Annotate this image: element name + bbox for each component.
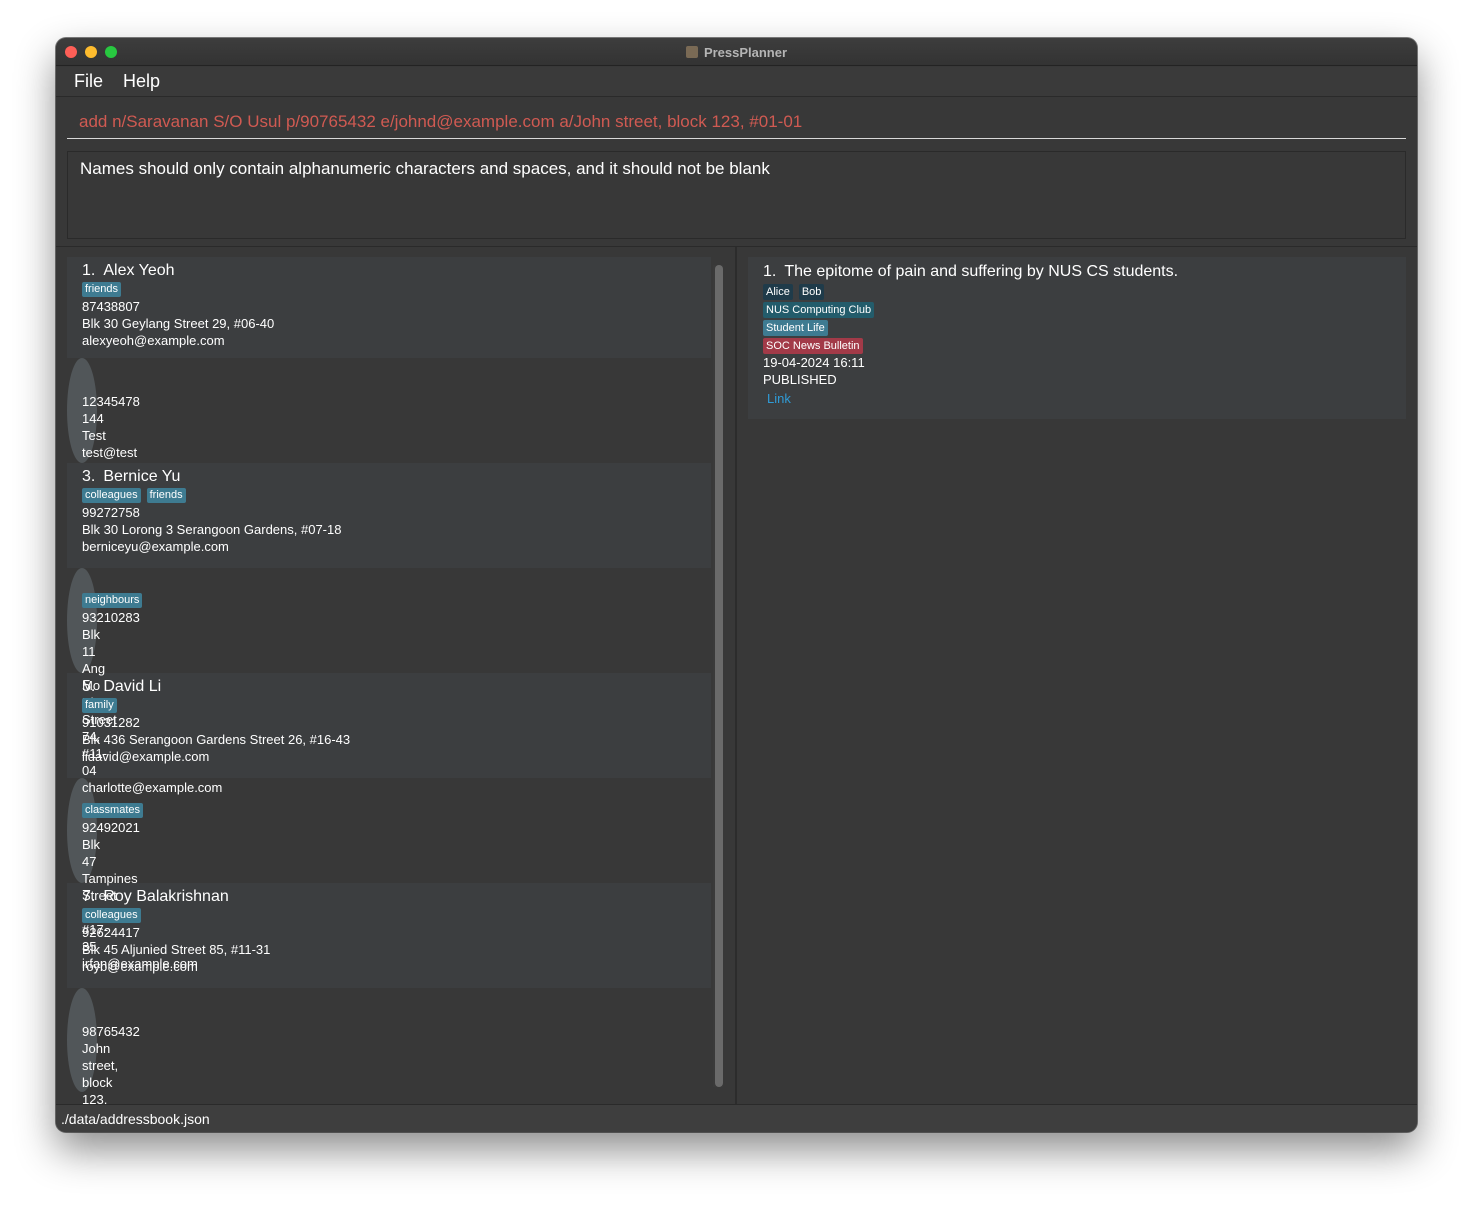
person-address: Blk 30 Geylang Street 29, #06-40 <box>82 316 275 331</box>
article-index: 1. <box>763 263 777 280</box>
person-name: Alex Yeoh <box>103 262 175 279</box>
person-tags: family <box>82 698 696 713</box>
person-tags: colleagues friends <box>82 488 696 503</box>
person-phone: 99272758 <box>82 505 140 520</box>
outlet-chip: SOC News Bulletin <box>763 338 863 354</box>
person-tag: colleagues <box>82 908 141 923</box>
article-list-panel: 1. The epitome of pain and suffering by N… <box>739 247 1417 1104</box>
result-message: Names should only contain alphanumeric c… <box>80 159 770 178</box>
app-window: PressPlanner File Help Names should only… <box>56 38 1417 1132</box>
person-tags: colleagues <box>82 908 696 923</box>
person-card[interactable]: 2.Alex Yoh12345478144 Testtest@test <box>67 358 140 463</box>
result-display: Names should only contain alphanumeric c… <box>67 151 1406 239</box>
article-tags: Student Life <box>763 320 1391 336</box>
person-tag: friends <box>82 282 122 297</box>
person-name: Bernice Yu <box>103 468 181 485</box>
person-email: alexyeoh@example.com <box>82 333 225 348</box>
person-tag: classmates <box>82 803 144 818</box>
person-index: 1. <box>82 262 96 279</box>
article-title-row: 1. The epitome of pain and suffering by N… <box>763 262 1391 282</box>
window-title-group: PressPlanner <box>56 38 1417 66</box>
article-date: 19-04-2024 16:11 <box>763 355 865 370</box>
person-phone: 91031282 <box>82 715 140 730</box>
person-card[interactable]: 4.Charlotte Oliveironeighbours93210283Bl… <box>67 568 222 795</box>
menu-bar: File Help <box>56 67 1417 97</box>
source-chip: NUS Computing Club <box>763 302 875 318</box>
person-index: 3. <box>82 468 96 485</box>
main-content: 1. Alex Yeoh friends 87438807 Blk 30 Geylang… <box>56 246 1417 1132</box>
app-icon <box>685 46 698 58</box>
menu-help[interactable]: Help <box>123 71 160 92</box>
person-card[interactable]: 1. Alex Yeoh friends 87438807 Blk 30 Geylang… <box>67 257 711 358</box>
title-bar: PressPlanner <box>56 38 1417 66</box>
person-tag: friends <box>146 488 186 503</box>
article-title: The epitome of pain and suffering by NUS… <box>784 263 1179 280</box>
person-name: David Li <box>103 678 162 695</box>
window-title: PressPlanner <box>703 44 788 60</box>
tag-chip: Student Life <box>763 320 828 336</box>
person-address: Blk 436 Serangoon Gardens Street 26, #16… <box>82 732 351 747</box>
person-phone: 92624417 <box>82 925 140 940</box>
article-outlets: SOC News Bulletin <box>763 338 1391 354</box>
status-bar: ./data/addressbook.json <box>56 1104 1417 1132</box>
article-sources: NUS Computing Club <box>763 302 1391 318</box>
person-tag: colleagues <box>82 488 141 503</box>
person-address: Blk 45 Aljunied Street 85, #11-31 <box>82 942 271 957</box>
menu-file[interactable]: File <box>74 71 103 92</box>
author-chip: Bob <box>798 284 825 300</box>
person-card[interactable]: 8.Adolph Blaine Charles David Earl Frede… <box>67 988 140 1132</box>
person-email: lidavid@example.com <box>82 749 210 764</box>
person-list-scrollbar[interactable] <box>715 265 723 1087</box>
person-list-panel: 1. Alex Yeoh friends 87438807 Blk 30 Geylang… <box>56 247 737 1132</box>
person-tag: family <box>82 698 117 713</box>
person-tags: friends <box>82 282 696 297</box>
person-email: berniceyu@example.com <box>82 539 229 554</box>
command-input[interactable] <box>67 106 1406 139</box>
person-index: 5. <box>82 678 96 695</box>
person-index: 7. <box>82 888 96 905</box>
person-name-row: 5. David Li <box>82 677 696 697</box>
article-status: PUBLISHED <box>763 372 837 387</box>
person-card[interactable]: 5. David Li family 91031282 Blk 436 Serangoo… <box>67 673 711 778</box>
person-email: royb@example.com <box>82 959 198 974</box>
save-location: ./data/addressbook.json <box>61 1111 210 1127</box>
person-name-row: 1. Alex Yeoh <box>82 261 696 281</box>
person-name-row: 7. Roy Balakrishnan <box>82 887 696 907</box>
article-authors: Alice Bob <box>763 284 1391 300</box>
person-card[interactable]: 7. Roy Balakrishnan colleagues 92624417 Blk … <box>67 883 711 988</box>
article-link[interactable]: Link <box>767 390 1391 407</box>
person-name-row: 3. Bernice Yu <box>82 467 696 487</box>
person-name: Roy Balakrishnan <box>103 888 229 905</box>
author-chip: Alice <box>763 284 793 300</box>
article-card[interactable]: 1. The epitome of pain and suffering by N… <box>748 257 1406 419</box>
person-phone: 87438807 <box>82 299 140 314</box>
command-box <box>56 98 1417 144</box>
person-address: Blk 30 Lorong 3 Serangoon Gardens, #07-1… <box>82 522 342 537</box>
person-card[interactable]: 3. Bernice Yu colleagues friends 99272758 Blk… <box>67 463 711 568</box>
person-list[interactable]: 1. Alex Yeoh friends 87438807 Blk 30 Geylang… <box>67 257 711 1132</box>
person-tag: neighbours <box>82 593 143 608</box>
